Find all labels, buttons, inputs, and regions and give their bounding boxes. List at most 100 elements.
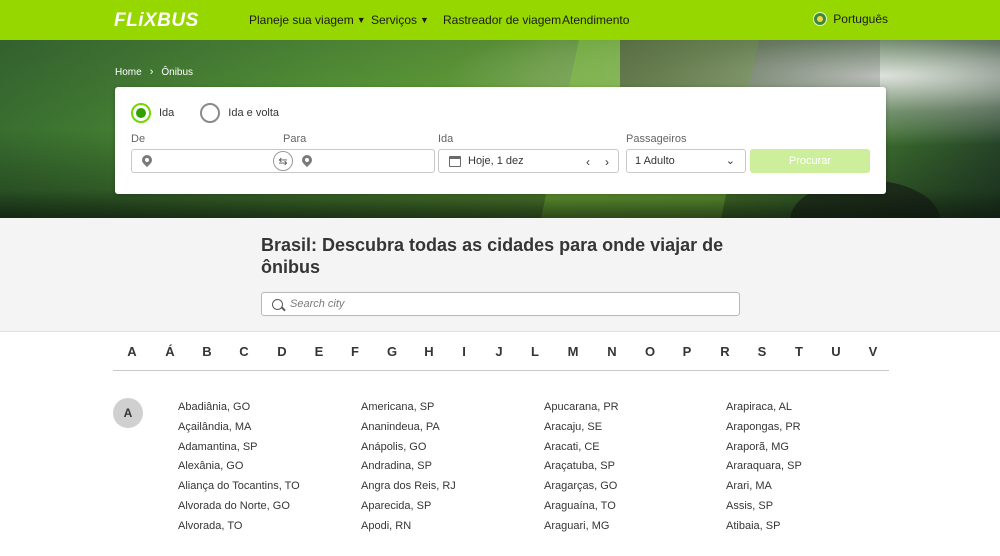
passengers-label: Passageiros [626, 133, 687, 145]
date-label: Ida [438, 133, 454, 145]
round-trip-label[interactable]: Ida e volta [228, 107, 279, 119]
alphabet-index: A Á B C D E F G H I J L M N O P R S T U … [113, 344, 889, 371]
passengers-select[interactable]: 1 Adulto ⌄ [626, 149, 746, 173]
search-button[interactable]: Procurar [750, 149, 870, 173]
location-pin-icon [302, 155, 312, 167]
city-link[interactable]: Alexânia, GO [178, 460, 300, 480]
chevron-down-icon: ▼ [356, 15, 366, 25]
search-panel: Ida Ida e volta De Para Ida Passageiros … [115, 87, 886, 194]
city-link[interactable]: Alvorada do Norte, GO [178, 500, 300, 520]
city-link[interactable]: Abadiânia, GO [178, 401, 300, 421]
city-link[interactable]: Aracati, CE [544, 441, 619, 461]
city-link[interactable]: Aragarças, GO [544, 480, 619, 500]
letter-link[interactable]: Á [165, 344, 174, 359]
city-link[interactable]: Araraquara, SP [726, 460, 802, 480]
next-day-chevron-icon[interactable]: › [605, 155, 609, 169]
city-link[interactable]: Angra dos Reis, RJ [361, 480, 456, 500]
city-link[interactable]: Apodi, RN [361, 520, 456, 540]
city-link[interactable]: Americana, SP [361, 401, 456, 421]
city-search-placeholder: Search city [290, 298, 345, 310]
city-column: Arapiraca, AL Arapongas, PR Araporã, MG … [726, 401, 802, 540]
chevron-down-icon: ▼ [420, 15, 429, 25]
city-link[interactable]: Alvorada, TO [178, 520, 300, 540]
letter-link[interactable]: B [202, 344, 211, 359]
letter-link[interactable]: J [495, 344, 502, 359]
letter-link[interactable]: C [239, 344, 248, 359]
letter-link[interactable]: A [127, 344, 136, 359]
nav-label: Planeje sua viagem [249, 13, 354, 27]
letter-link[interactable]: I [462, 344, 466, 359]
letter-link[interactable]: T [795, 344, 803, 359]
passengers-value: 1 Adulto [635, 155, 675, 167]
chevron-right-icon: › [149, 66, 154, 78]
city-link[interactable]: Açailândia, MA [178, 421, 300, 441]
city-link[interactable]: Arapiraca, AL [726, 401, 802, 421]
date-value: Hoje, 1 dez [468, 155, 524, 167]
letter-link[interactable]: M [568, 344, 579, 359]
trip-type-group: Ida Ida e volta [131, 103, 297, 123]
search-icon [272, 298, 283, 310]
letter-link[interactable]: D [277, 344, 286, 359]
letter-link[interactable]: L [531, 344, 539, 359]
nav-label: Rastreador de viagem [443, 13, 562, 27]
nav-planeje-sua-viagem[interactable]: Planeje sua viagem ▼ [249, 13, 366, 27]
swap-icon[interactable]: ⇆ [273, 151, 293, 171]
calendar-icon [449, 155, 461, 167]
language-label: Português [833, 12, 888, 26]
letter-link[interactable]: G [387, 344, 397, 359]
city-column: Americana, SP Ananindeua, PA Anápolis, G… [361, 401, 456, 540]
city-link[interactable]: Andradina, SP [361, 460, 456, 480]
letter-link[interactable]: H [424, 344, 433, 359]
letter-link[interactable]: V [869, 344, 878, 359]
city-link[interactable]: Adamantina, SP [178, 441, 300, 461]
nav-servicos[interactable]: Serviços ▼ [371, 13, 429, 27]
letter-link[interactable]: O [645, 344, 655, 359]
one-way-radio[interactable] [131, 103, 151, 123]
city-link[interactable]: Apucarana, PR [544, 401, 619, 421]
nav-label: Atendimento [562, 13, 630, 27]
hero-shadow [0, 190, 1000, 218]
city-link[interactable]: Atibaia, SP [726, 520, 802, 540]
nav-label: Serviços [371, 13, 418, 27]
previous-day-chevron-icon[interactable]: ‹ [586, 155, 590, 169]
letter-link[interactable]: F [351, 344, 359, 359]
from-label: De [131, 133, 146, 145]
city-link[interactable]: Anápolis, GO [361, 441, 456, 461]
chevron-down-icon: ⌄ [725, 155, 735, 167]
city-column: Abadiânia, GO Açailândia, MA Adamantina,… [178, 401, 300, 540]
nav-atendimento[interactable]: Atendimento [562, 13, 629, 27]
city-link[interactable]: Aparecida, SP [361, 500, 456, 520]
breadcrumb-current: Ônibus [161, 66, 194, 78]
letter-link[interactable]: U [831, 344, 840, 359]
section-letter-badge: A [113, 398, 143, 428]
location-pin-icon [142, 155, 152, 167]
one-way-label[interactable]: Ida [159, 107, 174, 119]
nav-rastreador-de-viagem[interactable]: Rastreador de viagem [443, 13, 561, 27]
brazil-flag-icon [813, 12, 828, 26]
city-link[interactable]: Araçatuba, SP [544, 460, 619, 480]
breadcrumb-home[interactable]: Home [115, 67, 142, 78]
city-link[interactable]: Arari, MA [726, 480, 802, 500]
city-link[interactable]: Arapongas, PR [726, 421, 802, 441]
letter-link[interactable]: R [720, 344, 729, 359]
letter-link[interactable]: N [607, 344, 616, 359]
letter-link[interactable]: E [315, 344, 324, 359]
flixbus-logo[interactable]: FLiXBUS [114, 10, 199, 32]
city-link[interactable]: Araguaína, TO [544, 500, 619, 520]
city-link[interactable]: Aracaju, SE [544, 421, 619, 441]
top-navigation-bar: FLiXBUS Planeje sua viagem ▼ Serviços ▼ … [0, 0, 1000, 40]
to-label: Para [283, 133, 307, 145]
city-link[interactable]: Assis, SP [726, 500, 802, 520]
letter-link[interactable]: P [683, 344, 692, 359]
city-link[interactable]: Ananindeua, PA [361, 421, 456, 441]
city-link[interactable]: Aliança do Tocantins, TO [178, 480, 300, 500]
letter-link[interactable]: S [758, 344, 767, 359]
date-picker[interactable]: Hoje, 1 dez ‹ › [438, 149, 619, 173]
city-search-input[interactable]: Search city [261, 292, 740, 316]
round-trip-radio[interactable] [200, 103, 221, 123]
language-selector[interactable]: Português [813, 12, 888, 26]
city-link[interactable]: Araguari, MG [544, 520, 619, 540]
city-link[interactable]: Araporã, MG [726, 441, 802, 461]
page-title: Brasil: Descubra todas as cidades para o… [261, 235, 724, 277]
breadcrumb: Home › Ônibus [115, 66, 193, 78]
